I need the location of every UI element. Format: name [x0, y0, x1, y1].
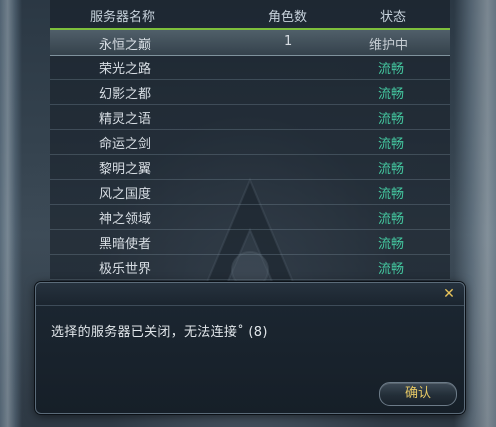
header-status: 状态 — [380, 10, 407, 25]
server-status: 流畅 — [378, 162, 405, 177]
server-status: 流畅 — [378, 137, 405, 152]
server-row[interactable]: 神之领域 流畅 — [50, 204, 450, 230]
server-list-header: 服务器名称 角色数 状态 — [50, 0, 450, 28]
background-pillar-left — [0, 0, 22, 427]
server-row[interactable]: 荣光之路 流畅 — [50, 54, 450, 80]
confirm-button[interactable]: 确认 — [379, 382, 457, 406]
dialog-titlebar: ✕ — [36, 283, 464, 306]
error-dialog: ✕ 选择的服务器已关闭，无法连接˚ (8) 确认 — [35, 282, 465, 414]
server-name: 黎明之翼 — [99, 162, 152, 177]
server-row[interactable]: 风之国度 流畅 — [50, 179, 450, 205]
server-status: 流畅 — [378, 62, 405, 77]
server-status: 流畅 — [378, 237, 405, 252]
server-status: 维护中 — [369, 38, 409, 53]
server-character-count: 1 — [284, 34, 293, 49]
server-name: 神之领域 — [99, 212, 152, 227]
server-row[interactable]: 黎明之翼 流畅 — [50, 154, 450, 180]
server-status: 流畅 — [378, 212, 405, 227]
server-row[interactable]: 极乐世界 流畅 — [50, 254, 450, 280]
header-character-count: 角色数 — [268, 10, 308, 25]
server-status: 流畅 — [378, 262, 405, 277]
close-icon[interactable]: ✕ — [441, 286, 457, 302]
server-row[interactable]: 精灵之语 流畅 — [50, 104, 450, 130]
server-name: 永恒之巅 — [99, 38, 152, 53]
header-server-name: 服务器名称 — [90, 10, 156, 25]
server-row[interactable]: 黑暗使者 流畅 — [50, 229, 450, 255]
server-row[interactable]: 幻影之都 流畅 — [50, 79, 450, 105]
server-status: 流畅 — [378, 112, 405, 127]
server-name: 黑暗使者 — [99, 237, 152, 252]
server-name: 命运之剑 — [99, 137, 152, 152]
server-row[interactable]: 命运之剑 流畅 — [50, 129, 450, 155]
server-status: 流畅 — [378, 87, 405, 102]
server-name: 极乐世界 — [99, 262, 152, 277]
server-status: 流畅 — [378, 187, 405, 202]
server-name: 精灵之语 — [99, 112, 152, 127]
dialog-message: 选择的服务器已关闭，无法连接˚ (8) — [51, 325, 268, 340]
server-name: 荣光之路 — [99, 62, 152, 77]
server-name: 风之国度 — [99, 187, 152, 202]
server-row-selected[interactable]: 永恒之巅 1 维护中 — [50, 28, 450, 56]
server-name: 幻影之都 — [99, 87, 152, 102]
